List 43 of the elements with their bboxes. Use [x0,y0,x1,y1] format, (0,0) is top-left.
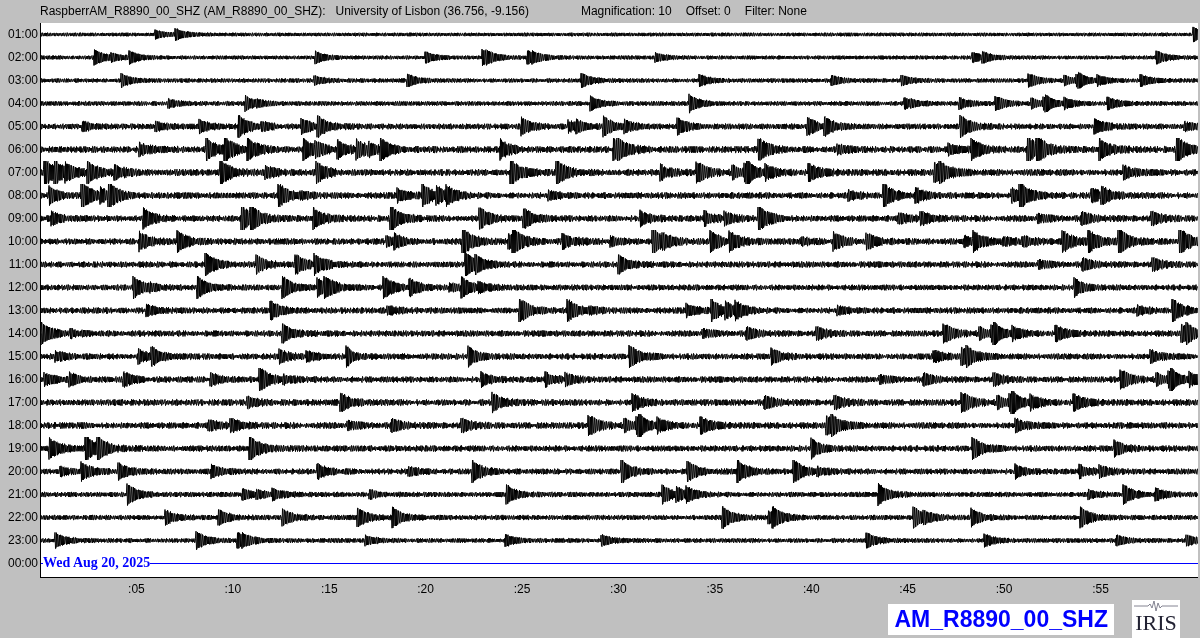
hour-label: 02:00 [6,48,39,66]
hour-label: 22:00 [6,508,39,526]
minute-tick-label: :20 [416,581,435,596]
hour-label: 11:00 [7,255,39,273]
magnification-text: Magnification: 10 [580,4,672,19]
hour-label: 13:00 [6,301,39,319]
logo: IRIS [1132,600,1180,638]
hour-label: 06:00 [6,140,39,158]
minute-tick-label: :15 [319,581,339,596]
hour-label: 10:00 [6,232,39,250]
hour-label: 05:00 [6,117,39,135]
hour-label: 15:00 [6,347,39,365]
hour-label: 01:00 [6,25,39,43]
hour-label: 18:00 [6,416,39,434]
hour-label: 07:00 [6,163,39,181]
hour-label: 17:00 [6,393,39,411]
minute-tick-label: :10 [223,581,243,596]
minute-tick-label: :40 [801,581,821,596]
minute-tick-label: :35 [705,581,725,596]
offset-text: Offset: 0 [685,4,731,19]
station-title: RaspberrAM_R8890_00_SHZ (AM_R8890_00_SHZ): [40,4,326,19]
minute-tick-label: :45 [898,581,917,596]
minute-tick-label: :30 [609,581,628,596]
hour-label: 04:00 [6,94,39,112]
hour-label: 23:00 [6,531,39,549]
hour-label: 19:00 [6,439,39,457]
channel-label: AM_R8890_00_SHZ [888,603,1114,635]
minute-tick-label: :25 [512,581,532,596]
filter-text: Filter: None [744,4,807,19]
minute-tick-label: :05 [127,581,146,596]
hour-label: 12:00 [6,278,39,296]
hour-label: 08:00 [6,186,39,204]
location-text: University of Lisbon (36.756, -9.156) [335,4,529,19]
minute-tick-label: :50 [994,581,1014,596]
hour-label: 16:00 [6,370,39,388]
date-label: Wed Aug 20, 2025 [43,554,151,571]
hour-label: 14:00 [6,324,39,342]
hour-label: 20:00 [6,462,39,480]
hour-label: 09:00 [6,209,39,227]
hour-label: 00:00 [6,554,39,572]
hour-label: 03:00 [6,71,39,89]
minute-tick-label: :55 [1091,581,1110,596]
hour-label: 21:00 [6,485,39,503]
